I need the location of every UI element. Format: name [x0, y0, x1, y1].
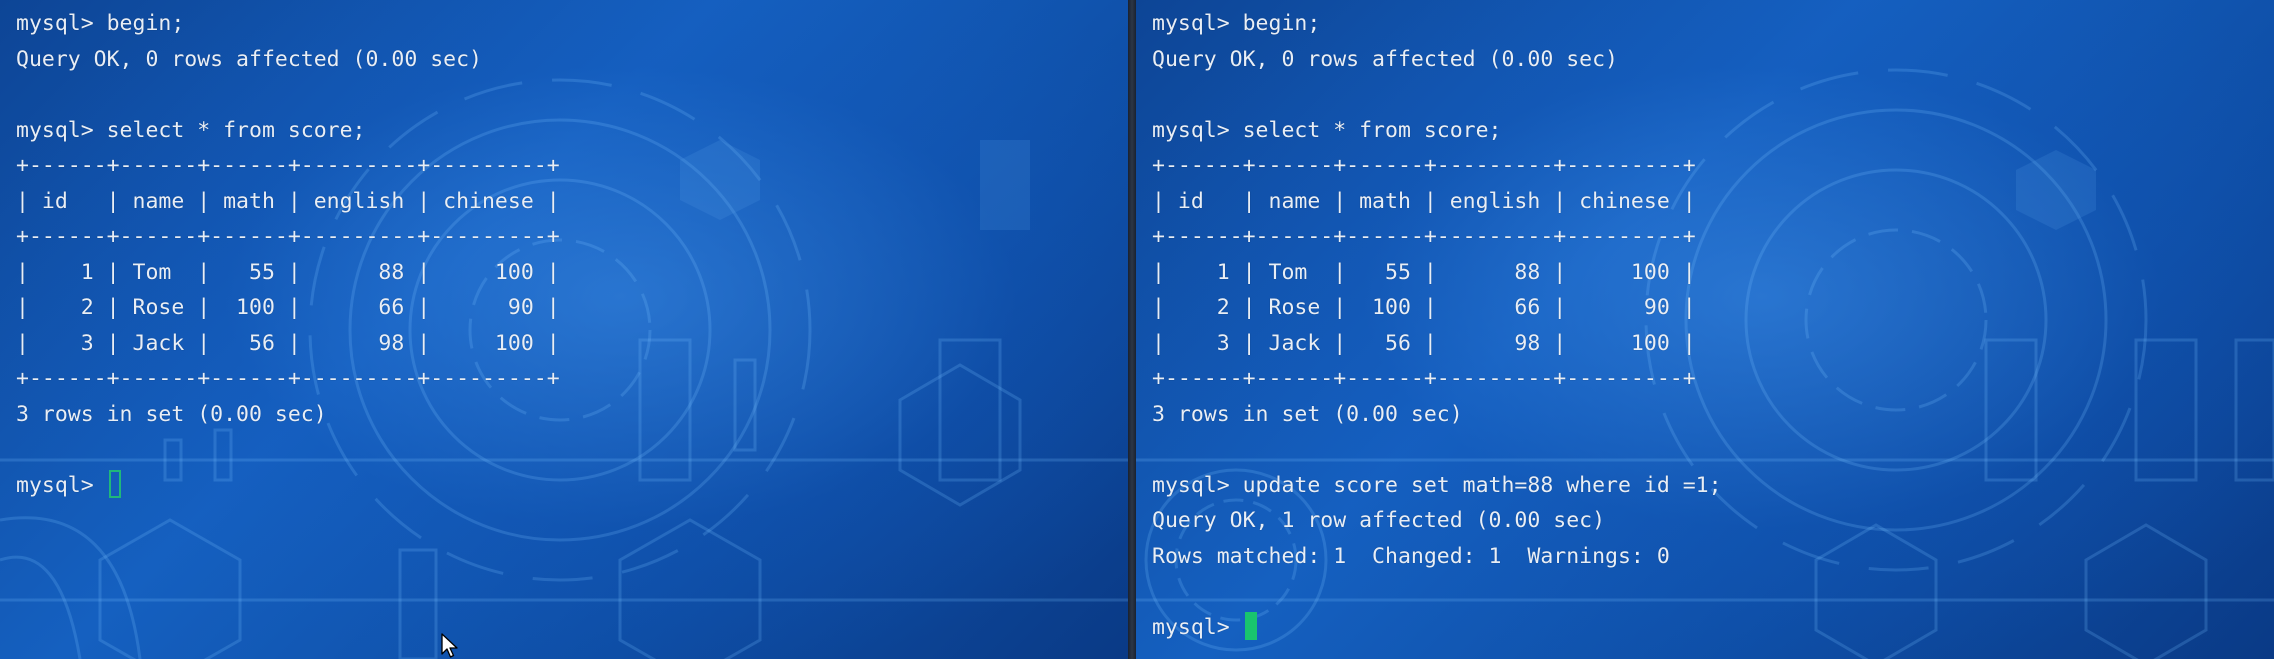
terminal-line: Query OK, 0 rows affected (0.00 sec)	[16, 46, 482, 72]
terminal-prompt-line[interactable]: mysql>	[1152, 610, 1722, 646]
terminal-line: | 2 | Rose | 100 | 66 | 90 |	[16, 295, 560, 320]
terminal-line: mysql> begin;	[1152, 11, 1321, 36]
pane-divider[interactable]	[1128, 0, 1136, 659]
terminal-line: | 3 | Jack | 56 | 98 | 100 |	[16, 330, 560, 356]
terminal-line: | id | name | math | english | chinese |	[1152, 188, 1696, 214]
terminal-line: +------+------+------+---------+--------…	[16, 366, 560, 391]
terminal-prompt: mysql>	[1152, 614, 1243, 640]
terminal-line: mysql> update score set math=88 where id…	[1152, 472, 1722, 498]
terminal-line: +------+------+------+---------+--------…	[16, 224, 560, 249]
terminal-line: | 3 | Jack | 56 | 98 | 100 |	[1152, 330, 1696, 356]
terminal-line: +------+------+------+---------+--------…	[1152, 153, 1696, 178]
terminal-prompt-line[interactable]: mysql>	[16, 468, 560, 504]
terminal-line: | id | name | math | english | chinese |	[16, 188, 560, 214]
terminal-line: mysql> begin;	[16, 11, 185, 36]
right-terminal-output[interactable]: mysql> begin; Query OK, 0 rows affected (…	[1152, 6, 1722, 645]
desktop-screen: mysql> begin; Query OK, 0 rows affected (…	[0, 0, 2274, 659]
terminal-line: 3 rows in set (0.00 sec)	[1152, 401, 1463, 427]
terminal-line: +------+------+------+---------+--------…	[1152, 224, 1696, 249]
text-cursor	[108, 469, 121, 498]
terminal-line: Query OK, 1 row affected (0.00 sec)	[1152, 508, 1606, 533]
left-terminal-output[interactable]: mysql> begin; Query OK, 0 rows affected (…	[16, 6, 560, 503]
terminal-line: Rows matched: 1 Changed: 1 Warnings: 0	[1152, 543, 1670, 569]
terminal-line: | 1 | Tom | 55 | 88 | 100 |	[1152, 259, 1696, 285]
terminal-line: 3 rows in set (0.00 sec)	[16, 401, 327, 427]
terminal-line: mysql> select * from score;	[1152, 117, 1502, 143]
left-terminal-window[interactable]: mysql> begin; Query OK, 0 rows affected (…	[0, 0, 1128, 659]
terminal-line: +------+------+------+---------+--------…	[16, 153, 560, 178]
terminal-line: | 2 | Rose | 100 | 66 | 90 |	[1152, 295, 1696, 320]
terminal-line: mysql> select * from score;	[16, 117, 366, 143]
terminal-line: Query OK, 0 rows affected (0.00 sec)	[1152, 46, 1618, 72]
terminal-line: +------+------+------+---------+--------…	[1152, 366, 1696, 391]
right-terminal-window[interactable]: mysql> begin; Query OK, 0 rows affected (…	[1136, 0, 2274, 659]
terminal-line: | 1 | Tom | 55 | 88 | 100 |	[16, 259, 560, 285]
arrow-cursor-icon	[441, 633, 458, 658]
terminal-prompt: mysql>	[16, 472, 107, 498]
text-cursor	[1244, 611, 1257, 640]
